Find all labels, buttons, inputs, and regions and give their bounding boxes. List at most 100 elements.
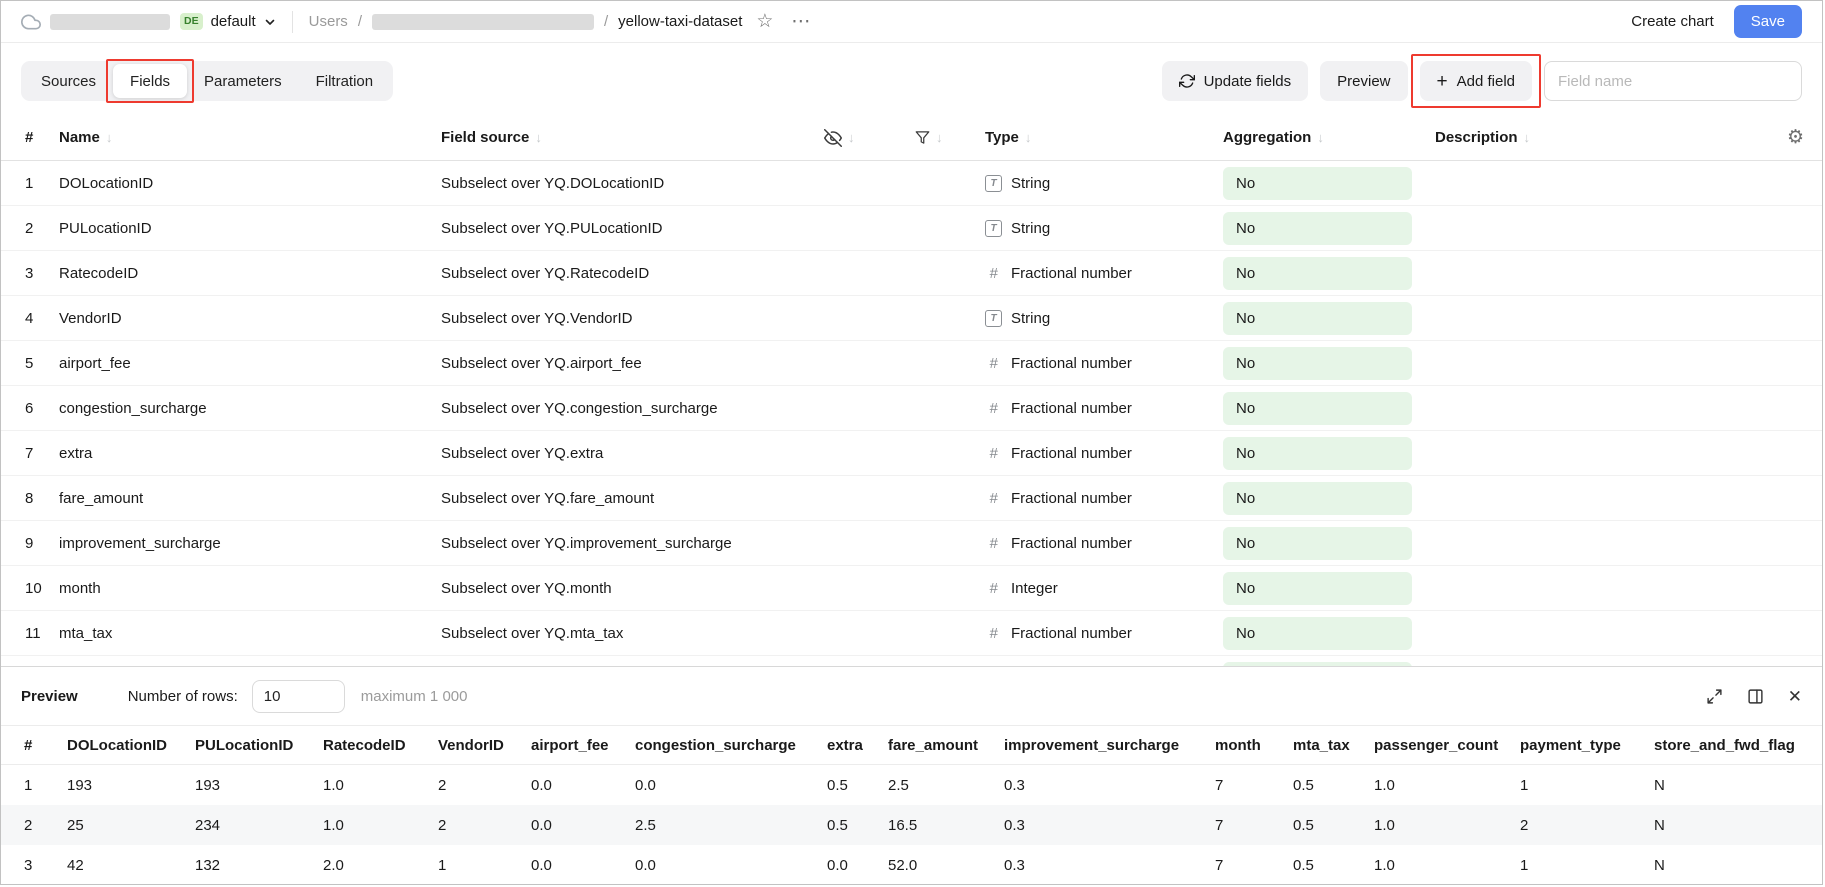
number-of-rows-input[interactable]: [252, 680, 345, 713]
field-row[interactable]: 5 airport_fee Subselect over YQ.airport_…: [1, 341, 1822, 386]
field-type[interactable]: Fractional number: [976, 535, 1211, 552]
breadcrumb-users[interactable]: Users: [309, 13, 348, 30]
field-type[interactable]: Fractional number: [976, 625, 1211, 642]
field-type[interactable]: Fractional number: [976, 400, 1211, 417]
preview-panel-actions: ✕: [1706, 688, 1802, 705]
field-type-icon: [985, 625, 1002, 642]
preview-row: 3 42 132 2.0 1 0.0 0.0 0.0 52.0 0.3 7 0.…: [1, 845, 1822, 885]
field-name[interactable]: fare_amount: [59, 490, 441, 507]
tab-filtration[interactable]: Filtration: [299, 64, 391, 98]
preview-cell: 0.0: [635, 777, 827, 794]
dataset-title: yellow-taxi-dataset: [618, 13, 742, 30]
plus-icon: +: [1437, 72, 1448, 91]
field-name[interactable]: extra: [59, 445, 441, 462]
field-type[interactable]: String: [976, 175, 1211, 192]
preview-col-header: passenger_count: [1374, 737, 1520, 754]
add-field-button[interactable]: + Add field: [1420, 61, 1532, 101]
field-row[interactable]: 8 fare_amount Subselect over YQ.fare_amo…: [1, 476, 1822, 521]
field-row[interactable]: 7 extra Subselect over YQ.extra Fraction…: [1, 431, 1822, 476]
field-name[interactable]: improvement_surcharge: [59, 535, 441, 552]
aggregation-select[interactable]: No: [1223, 167, 1412, 200]
sort-arrow-icon: ↓: [1524, 130, 1531, 145]
preview-cell: 0.5: [1293, 777, 1374, 794]
dataset-editor: DE default Users / / yellow-taxi-dataset…: [0, 0, 1823, 885]
aggregation-select[interactable]: No: [1223, 662, 1412, 667]
preview-cell: 7: [1215, 817, 1293, 834]
col-name[interactable]: Name ↓: [59, 129, 441, 146]
favorite-star-icon[interactable]: ☆: [756, 12, 773, 31]
field-name[interactable]: congestion_surcharge: [59, 400, 441, 417]
field-type[interactable]: String: [976, 220, 1211, 237]
create-chart-button[interactable]: Create chart: [1631, 13, 1714, 30]
field-name[interactable]: airport_fee: [59, 355, 441, 372]
field-name[interactable]: VendorID: [59, 310, 441, 327]
col-filter[interactable]: ↓: [906, 130, 976, 145]
col-field-source[interactable]: Field source ↓: [441, 129, 816, 146]
field-aggregation-cell: No: [1211, 482, 1421, 515]
field-aggregation-cell: No: [1211, 617, 1421, 650]
expand-preview-icon[interactable]: [1706, 688, 1723, 705]
col-type[interactable]: Type ↓: [976, 129, 1211, 146]
field-row[interactable]: 3 RatecodeID Subselect over YQ.RatecodeI…: [1, 251, 1822, 296]
close-preview-icon[interactable]: ✕: [1788, 688, 1802, 705]
aggregation-select[interactable]: No: [1223, 617, 1412, 650]
aggregation-select[interactable]: No: [1223, 527, 1412, 560]
preview-cell: 0.0: [827, 857, 888, 874]
field-name[interactable]: mta_tax: [59, 625, 441, 642]
number-of-rows-label: Number of rows:: [128, 688, 238, 705]
tab-parameters[interactable]: Parameters: [187, 64, 299, 98]
field-source: Subselect over YQ.PULocationID: [441, 220, 976, 237]
workspace-selector[interactable]: DE default: [180, 13, 276, 30]
update-fields-button[interactable]: Update fields: [1162, 61, 1309, 101]
fields-table-body: 1 DOLocationID Subselect over YQ.DOLocat…: [1, 161, 1822, 666]
field-type[interactable]: Fractional number: [976, 265, 1211, 282]
preview-panel: Preview Number of rows: maximum 1 000 ✕ …: [1, 666, 1822, 885]
tab-sources[interactable]: Sources: [24, 64, 113, 98]
field-row[interactable]: 6 congestion_surcharge Subselect over YQ…: [1, 386, 1822, 431]
aggregation-select[interactable]: No: [1223, 392, 1412, 425]
settings-gear-icon[interactable]: ⚙: [1787, 128, 1804, 147]
field-type-label: Integer: [1011, 580, 1058, 597]
field-type[interactable]: String: [976, 310, 1211, 327]
tab-fields[interactable]: Fields: [113, 64, 187, 98]
split-view-icon[interactable]: [1747, 688, 1764, 705]
field-row[interactable]: 4 VendorID Subselect over YQ.VendorID St…: [1, 296, 1822, 341]
aggregation-select[interactable]: No: [1223, 437, 1412, 470]
field-name[interactable]: month: [59, 580, 441, 597]
field-row[interactable]: 10 month Subselect over YQ.month Integer…: [1, 566, 1822, 611]
field-name-input[interactable]: [1544, 61, 1802, 101]
toolbar-actions: Update fields Preview + Add field: [1162, 61, 1802, 101]
field-name[interactable]: DOLocationID: [59, 175, 441, 192]
field-row[interactable]: 9 improvement_surcharge Subselect over Y…: [1, 521, 1822, 566]
field-name[interactable]: RatecodeID: [59, 265, 441, 282]
field-type[interactable]: Fractional number: [976, 490, 1211, 507]
col-description[interactable]: Description ↓: [1421, 129, 1822, 146]
aggregation-select[interactable]: No: [1223, 257, 1412, 290]
col-aggregation[interactable]: Aggregation ↓: [1211, 129, 1421, 146]
field-name[interactable]: PULocationID: [59, 220, 441, 237]
field-type-icon: [985, 445, 1002, 462]
aggregation-select[interactable]: No: [1223, 572, 1412, 605]
field-row[interactable]: 2 PULocationID Subselect over YQ.PULocat…: [1, 206, 1822, 251]
redacted-folder-name[interactable]: [372, 14, 594, 30]
aggregation-select[interactable]: No: [1223, 212, 1412, 245]
field-row[interactable]: 11 mta_tax Subselect over YQ.mta_tax Fra…: [1, 611, 1822, 656]
preview-cell: 2.5: [888, 777, 1004, 794]
aggregation-select[interactable]: No: [1223, 347, 1412, 380]
field-row-partial[interactable]: No: [1, 656, 1822, 666]
field-type[interactable]: Integer: [976, 580, 1211, 597]
field-type[interactable]: Fractional number: [976, 445, 1211, 462]
preview-toggle-button[interactable]: Preview: [1320, 61, 1407, 101]
aggregation-select[interactable]: No: [1223, 482, 1412, 515]
field-type-icon: [985, 580, 1002, 597]
field-type[interactable]: Fractional number: [976, 355, 1211, 372]
field-type-icon: [985, 220, 1002, 237]
preview-cell: N: [1654, 857, 1822, 874]
more-actions-icon[interactable]: ⋯: [791, 12, 811, 31]
aggregation-select[interactable]: No: [1223, 302, 1412, 335]
field-row[interactable]: 1 DOLocationID Subselect over YQ.DOLocat…: [1, 161, 1822, 206]
col-hidden[interactable]: ↓: [816, 129, 906, 147]
save-button[interactable]: Save: [1734, 5, 1802, 38]
field-type-icon: [985, 310, 1002, 327]
preview-col-header: PULocationID: [195, 737, 323, 754]
